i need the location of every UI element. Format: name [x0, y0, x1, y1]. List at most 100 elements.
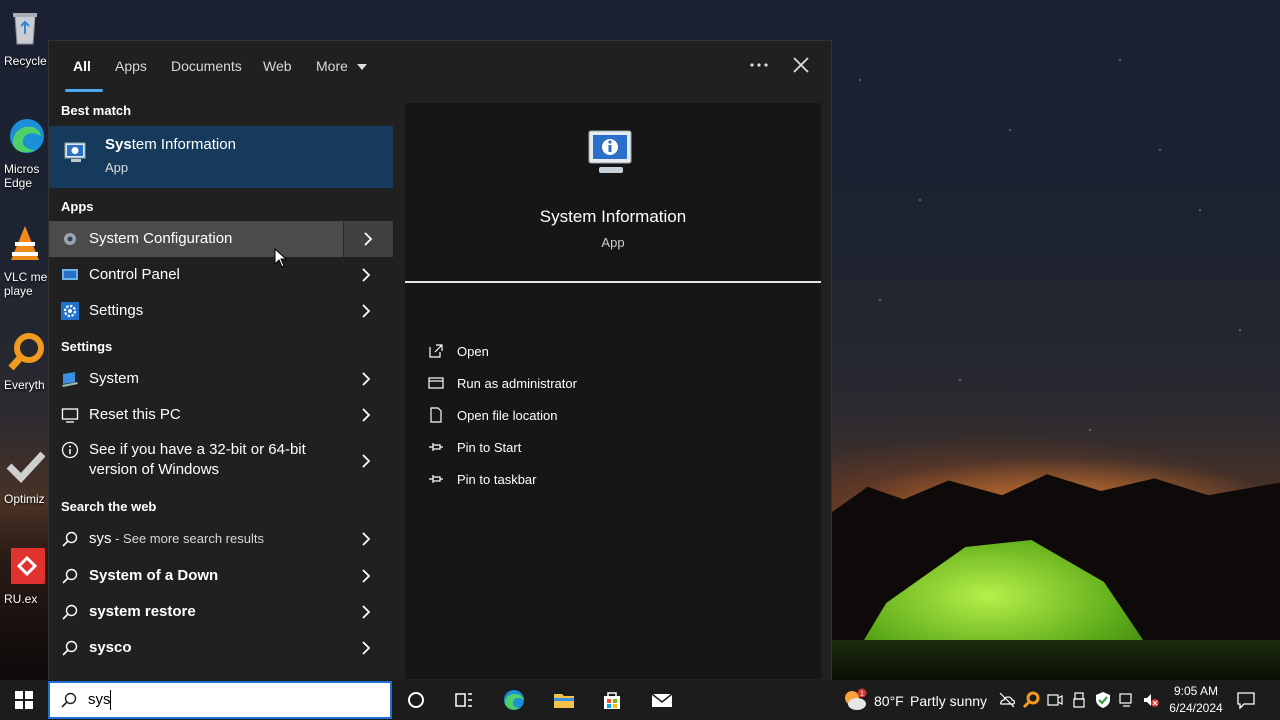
- system-configuration-icon: [64, 233, 76, 245]
- chevron-right-icon[interactable]: [355, 368, 377, 390]
- weather-widget-icon[interactable]: 1: [842, 688, 868, 712]
- action-run-as-admin[interactable]: Run as administrator: [427, 371, 577, 395]
- action-label: Pin to Start: [457, 439, 522, 455]
- volume-muted-icon[interactable]: [1142, 691, 1160, 709]
- close-icon[interactable]: [789, 53, 813, 77]
- web-item-system-restore[interactable]: system restore: [49, 594, 393, 630]
- tab-apps[interactable]: Apps: [115, 58, 147, 74]
- vlc-icon: [11, 226, 39, 260]
- search-tabs: All Apps Documents Web More: [49, 41, 833, 93]
- system-clock[interactable]: 9:05 AM 6/24/2024: [1162, 683, 1230, 717]
- preview-pane: System Information App Open Run as admin…: [405, 103, 821, 679]
- shield-icon: [428, 377, 444, 389]
- chevron-right-icon[interactable]: [355, 264, 377, 286]
- security-shield-icon[interactable]: [1094, 691, 1112, 709]
- tab-all[interactable]: All: [73, 58, 91, 74]
- search-icon: [62, 531, 78, 547]
- action-label: Open file location: [457, 407, 558, 423]
- app-item-control-panel[interactable]: Control Panel: [49, 257, 393, 293]
- web-label: System of a Down: [89, 567, 219, 584]
- grass: [832, 640, 1280, 680]
- settings-item-reset-pc[interactable]: Reset this PC: [49, 397, 393, 433]
- search-icon: [62, 568, 78, 584]
- best-match-subtitle: App: [105, 160, 129, 175]
- microsoft-store-icon[interactable]: [600, 688, 624, 712]
- chevron-right-icon[interactable]: [355, 637, 377, 659]
- open-icon: [429, 344, 443, 358]
- task-view-icon[interactable]: [452, 688, 476, 712]
- ru-exe-icon: [11, 548, 45, 584]
- usb-icon[interactable]: [1070, 691, 1088, 709]
- app-label: Settings: [89, 302, 144, 319]
- desktop-icon-label: VLC me: [4, 270, 48, 284]
- app-item-system-configuration[interactable]: System Configuration: [49, 221, 393, 257]
- checkmark-icon: [6, 451, 46, 484]
- caret-down-icon: [356, 64, 367, 70]
- control-panel-icon: [62, 269, 78, 280]
- web-item-sys[interactable]: sys - See more search results: [49, 521, 393, 557]
- chevron-right-icon[interactable]: [355, 450, 377, 472]
- best-match-title: System Information: [105, 136, 236, 153]
- web-item-system-of-a-down[interactable]: System of a Down: [49, 558, 393, 594]
- chevron-right-icon[interactable]: [355, 528, 377, 550]
- section-settings: Settings: [61, 339, 113, 354]
- edge-icon[interactable]: [502, 688, 526, 712]
- weather-description[interactable]: Partly sunny: [910, 693, 987, 709]
- text-caret: [110, 690, 111, 710]
- tab-more-label: More: [316, 58, 348, 74]
- preview-divider: [405, 281, 821, 283]
- mail-icon[interactable]: [650, 688, 674, 712]
- windows-start-icon[interactable]: [14, 690, 34, 710]
- settings-item-system[interactable]: System: [49, 361, 393, 397]
- chevron-right-icon[interactable]: [355, 565, 377, 587]
- settings-item-32-64-bit[interactable]: See if you have a 32-bit or 64-bit versio…: [49, 433, 393, 489]
- app-item-settings[interactable]: Settings: [49, 293, 393, 329]
- taskbar-search-box[interactable]: sys: [48, 681, 392, 719]
- desktop-icon-label: Everyth: [4, 378, 45, 392]
- desktop-icon-edge[interactable]: Micros Edge: [0, 116, 50, 190]
- desktop-icon-vlc[interactable]: VLC me playe: [0, 224, 50, 298]
- file-explorer-icon[interactable]: [552, 688, 576, 712]
- settings-gear-icon: [61, 302, 79, 320]
- recycle-bin-icon: [13, 13, 37, 45]
- cloud-offline-icon[interactable]: [998, 691, 1016, 709]
- section-apps: Apps: [61, 199, 94, 214]
- network-icon[interactable]: [1118, 691, 1136, 709]
- desktop-icon-recycle-bin[interactable]: Recycle: [0, 8, 50, 68]
- action-label: Open: [457, 343, 489, 359]
- action-pin-to-taskbar[interactable]: Pin to taskbar: [427, 467, 537, 491]
- tab-documents[interactable]: Documents: [171, 58, 242, 74]
- action-pin-to-start[interactable]: Pin to Start: [427, 435, 521, 459]
- desktop-icon-label: Micros: [4, 162, 40, 176]
- clock-time: 9:05 AM: [1173, 684, 1219, 698]
- chevron-right-icon[interactable]: [355, 601, 377, 623]
- desktop-icon-optimize[interactable]: Optimiz: [0, 446, 50, 506]
- weather-temperature[interactable]: 80°F: [874, 693, 904, 709]
- tab-web[interactable]: Web: [263, 58, 292, 74]
- search-panel: All Apps Documents Web More Best match S…: [48, 40, 833, 683]
- web-label: sys - See more search results: [89, 530, 264, 547]
- cortana-icon[interactable]: [404, 688, 428, 712]
- active-tab-indicator: [65, 89, 103, 92]
- magnifier-icon: [8, 333, 44, 371]
- notification-center-icon[interactable]: [1236, 690, 1256, 710]
- action-open-file-location[interactable]: Open file location: [427, 403, 557, 427]
- action-label: Run as administrator: [457, 375, 577, 391]
- web-item-sysco[interactable]: sysco: [49, 630, 393, 666]
- partly-sunny-icon: 1: [845, 688, 867, 710]
- preview-title: System Information: [539, 207, 687, 226]
- desktop-icon-label-2: Edge: [4, 176, 33, 190]
- desktop-icon-everything[interactable]: Everyth: [0, 332, 50, 392]
- everything-tray-icon[interactable]: [1022, 691, 1040, 709]
- chevron-right-icon[interactable]: [355, 404, 377, 426]
- action-open[interactable]: Open: [427, 339, 489, 363]
- file-location-icon: [430, 407, 442, 423]
- chevron-right-icon[interactable]: [355, 300, 377, 322]
- preview-subtitle: App: [601, 235, 625, 250]
- meet-icon[interactable]: [1046, 691, 1064, 709]
- info-icon: [61, 441, 79, 459]
- more-options-icon[interactable]: [749, 55, 769, 75]
- tab-more[interactable]: More: [316, 58, 368, 74]
- best-match-item[interactable]: System Information App: [49, 126, 393, 188]
- desktop-icon-ru[interactable]: RU.ex: [0, 546, 50, 606]
